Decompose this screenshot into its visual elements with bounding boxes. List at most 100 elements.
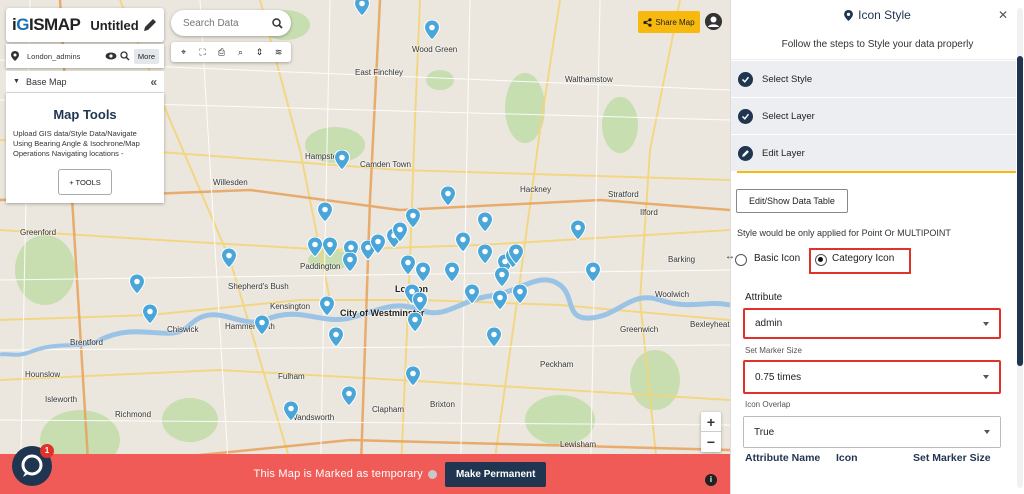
basemap-toggle[interactable]: ▼ Base Map « (6, 71, 164, 93)
map-marker-icon[interactable] (512, 284, 528, 304)
map-marker-icon[interactable] (585, 262, 601, 282)
map-marker-icon[interactable] (415, 262, 431, 282)
step-label: Select Layer (762, 110, 815, 122)
map-marker-icon[interactable] (494, 267, 510, 287)
zoom-icon[interactable] (120, 51, 130, 61)
step-edit-layer[interactable]: Edit Layer (731, 134, 1016, 171)
map-marker-icon[interactable] (570, 220, 586, 240)
map-marker-icon[interactable] (317, 202, 333, 222)
category-icon-label: Category Icon (832, 253, 895, 264)
map-place-label: Hackney (520, 185, 552, 194)
step-label: Edit Layer (762, 147, 805, 159)
map-marker-icon[interactable] (334, 150, 350, 170)
search-box[interactable] (171, 10, 291, 36)
map-place-label: Wood Green (412, 45, 458, 54)
map-marker-icon[interactable] (444, 262, 460, 282)
map-marker-icon[interactable] (405, 366, 421, 386)
gismap-logo: iGISMAP (12, 15, 81, 34)
map-marker-icon[interactable] (464, 284, 480, 304)
map-marker-icon[interactable] (477, 212, 493, 232)
print-icon[interactable]: ⎙ (215, 47, 229, 58)
search-icon[interactable]: ⌕ (234, 47, 248, 58)
check-icon (738, 108, 753, 124)
map-marker-icon[interactable] (254, 315, 270, 335)
map-place-label: Shepherd's Bush (228, 282, 289, 291)
zoom-in-button[interactable]: + (701, 412, 721, 432)
map-title[interactable]: Untitled ... (90, 18, 142, 33)
attribute-value: admin (755, 318, 783, 329)
map-marker-icon[interactable] (307, 237, 323, 257)
map-marker-icon[interactable] (477, 244, 493, 264)
map-marker-icon[interactable] (412, 292, 428, 312)
map-marker-icon[interactable] (283, 401, 299, 421)
map-marker-icon[interactable] (508, 244, 524, 264)
map-marker-icon[interactable] (370, 234, 386, 254)
search-input[interactable] (183, 17, 265, 29)
check-icon (738, 71, 753, 87)
layers-icon[interactable]: ≋ (272, 47, 286, 58)
pencil-icon[interactable] (142, 17, 158, 33)
crosshair-icon[interactable]: ⌖ (177, 47, 191, 58)
map-marker-icon[interactable] (354, 0, 370, 16)
close-icon[interactable]: ✕ (998, 8, 1008, 22)
layer-name: London_admins (27, 51, 81, 61)
map-marker-icon[interactable] (407, 312, 423, 332)
zoom-out-button[interactable]: − (701, 432, 721, 452)
map-marker-icon[interactable] (129, 274, 145, 294)
share-map-button[interactable]: Share Map (638, 11, 700, 33)
map-marker-icon[interactable] (142, 304, 158, 324)
map-marker-icon[interactable] (342, 252, 358, 272)
attribute-select[interactable]: admin (743, 308, 1001, 339)
eye-icon[interactable] (105, 52, 117, 60)
map-marker-icon[interactable] (319, 296, 335, 316)
info-icon[interactable]: i (705, 474, 717, 486)
edit-show-data-table-button[interactable]: Edit/Show Data Table (736, 189, 848, 213)
map-place-label: East Finchley (355, 68, 404, 77)
icon-overlap-select[interactable]: True (743, 416, 1001, 448)
user-avatar-icon[interactable] (705, 13, 722, 30)
icon-overlap-value: True (754, 426, 775, 438)
map-toolbar: ⌖ ⛶ ⎙ ⌕ ⇕ ≋ (171, 42, 291, 62)
collapse-icon[interactable]: « (150, 75, 157, 89)
map-place-label: Greenwich (620, 325, 659, 334)
make-permanent-button[interactable]: Make Permanent (444, 461, 547, 487)
step-select-layer[interactable]: Select Layer (731, 97, 1016, 134)
marker-size-value: 0.75 times (755, 371, 802, 383)
app-header-card: iGISMAP Untitled ... (6, 8, 164, 42)
map-marker-icon[interactable] (392, 222, 408, 242)
point-only-note: Style would be only applied for Point Or… (737, 228, 951, 238)
map-marker-icon[interactable] (486, 327, 502, 347)
map-marker-icon[interactable] (341, 386, 357, 406)
map-marker-icon[interactable] (221, 248, 237, 268)
attribute-label: Attribute (745, 292, 783, 303)
map-place-label: Barking (668, 255, 696, 264)
chevron-down-icon (984, 430, 990, 434)
map-place-label: Kensington (270, 302, 311, 311)
category-icon-radio[interactable] (815, 254, 827, 266)
basemap-label: Base Map (25, 76, 67, 87)
layer-row[interactable]: London_admins More (6, 44, 164, 68)
more-button[interactable]: More (133, 48, 159, 64)
map-marker-icon[interactable] (440, 186, 456, 206)
add-tools-button[interactable]: + TOOLS (58, 169, 112, 195)
map-marker-icon[interactable] (424, 20, 440, 40)
map-place-label: Willesden (213, 178, 248, 187)
share-map-label: Share Map (655, 17, 695, 27)
map-marker-icon[interactable] (322, 237, 338, 257)
caret-down-icon: ▼ (13, 78, 20, 85)
step-select-style[interactable]: Select Style (731, 60, 1016, 97)
fullscreen-icon[interactable]: ⛶ (196, 47, 210, 58)
search-icon[interactable] (272, 17, 283, 29)
map-place-label: Camden Town (360, 160, 411, 169)
map-marker-icon[interactable] (492, 290, 508, 310)
info-icon[interactable] (427, 469, 437, 479)
location-pin-icon (11, 51, 19, 61)
marker-size-select[interactable]: 0.75 times (743, 360, 1001, 394)
panel-resize-handle-icon[interactable]: ↔ (725, 251, 739, 265)
map-marker-icon[interactable] (400, 255, 416, 275)
map-marker-icon[interactable] (455, 232, 471, 252)
map-place-label: Peckham (540, 360, 574, 369)
scrollbar-thumb[interactable] (1017, 56, 1023, 366)
map-marker-icon[interactable] (328, 327, 344, 347)
measure-icon[interactable]: ⇕ (253, 47, 267, 58)
